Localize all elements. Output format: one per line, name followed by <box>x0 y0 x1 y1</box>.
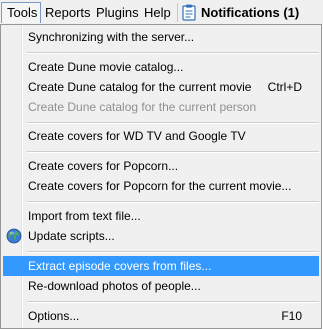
menu-plugins[interactable]: Plugins <box>96 2 139 23</box>
menu-item-covers-popcorn-current-movie[interactable]: Create covers for Popcorn for the curren… <box>3 176 319 196</box>
menu-item-create-dune-current-movie[interactable]: Create Dune catalog for the current movi… <box>3 77 319 97</box>
menu-help[interactable]: Help <box>144 2 171 23</box>
menu-bar: Tools Reports Plugins Help Notifications… <box>0 0 323 25</box>
menu-item-label: Options... <box>28 309 80 323</box>
menu-item-label: Create Dune catalog for the current movi… <box>28 80 252 94</box>
menu-plugins-label: Plugins <box>96 5 139 20</box>
menu-separator <box>27 151 319 153</box>
menu-item-label: Create covers for WD TV and Google TV <box>28 129 246 143</box>
menu-item-label: Update scripts... <box>28 229 115 243</box>
menu-item-redownload-photos[interactable]: Re-download photos of people... <box>3 276 319 296</box>
menu-item-label: Re-download photos of people... <box>28 279 201 293</box>
menu-item-create-dune-catalog[interactable]: Create Dune movie catalog... <box>3 57 319 77</box>
menu-item-label: Create covers for Popcorn for the curren… <box>28 179 292 193</box>
menu-item-options[interactable]: Options... F10 <box>3 306 319 326</box>
menu-item-update-scripts[interactable]: Update scripts... <box>3 226 319 246</box>
menu-help-label: Help <box>144 5 171 20</box>
menu-separator <box>27 251 319 253</box>
menu-tools-label: Tools <box>7 5 38 20</box>
globe-icon <box>6 228 22 244</box>
menu-item-covers-wdtv-googletv[interactable]: Create covers for WD TV and Google TV <box>3 126 319 146</box>
menu-item-label: Synchronizing with the server... <box>28 30 195 44</box>
menu-item-covers-popcorn[interactable]: Create covers for Popcorn... <box>3 156 319 176</box>
menu-separator <box>27 122 319 124</box>
menu-item-label: Extract episode covers from files... <box>28 259 212 273</box>
menu-item-shortcut: F10 <box>281 309 302 323</box>
menu-item-extract-episode-covers[interactable]: Extract episode covers from files... <box>3 256 319 276</box>
notifications-button[interactable]: Notifications (1) <box>201 2 299 23</box>
menu-item-shortcut: Ctrl+D <box>267 80 302 94</box>
menu-item-label: Import from text file... <box>28 209 141 223</box>
menu-reports[interactable]: Reports <box>45 2 91 23</box>
clipboard-icon[interactable] <box>182 4 196 21</box>
menu-item-import-text-file[interactable]: Import from text file... <box>3 206 319 226</box>
menu-separator <box>27 301 319 303</box>
menu-item-label: Create covers for Popcorn... <box>28 159 179 173</box>
menu-item-create-dune-current-person: Create Dune catalog for the current pers… <box>3 97 319 117</box>
menu-separator <box>27 52 319 54</box>
menu-reports-label: Reports <box>45 5 91 20</box>
tools-dropdown-menu: Synchronizing with the server... Create … <box>0 24 322 329</box>
menu-tools[interactable]: Tools <box>1 2 41 23</box>
menu-item-label: Create Dune catalog for the current pers… <box>28 100 257 114</box>
menu-item-synchronize[interactable]: Synchronizing with the server... <box>3 27 319 47</box>
menubar-divider <box>177 3 178 22</box>
menu-separator <box>27 201 319 203</box>
menu-item-label: Create Dune movie catalog... <box>28 60 184 74</box>
